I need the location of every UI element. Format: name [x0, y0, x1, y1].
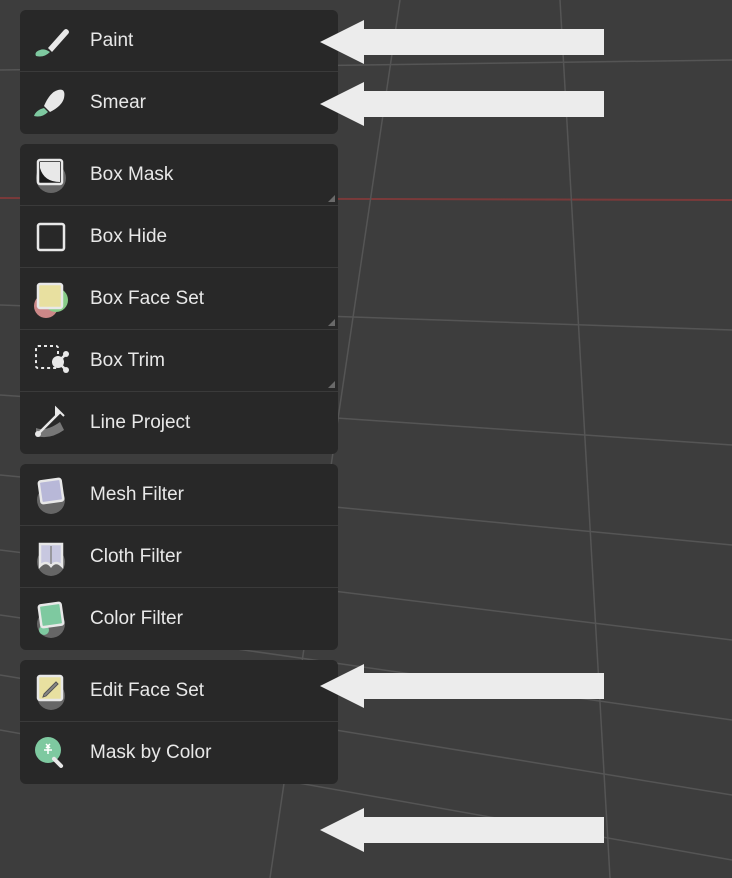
callout-arrow-mask-by-color [320, 808, 604, 852]
tool-label: Edit Face Set [90, 680, 204, 702]
tool-label: Color Filter [90, 608, 183, 630]
tool-mask-by-color[interactable]: Mask by Color [20, 722, 338, 784]
tool-line-project[interactable]: Line Project [20, 392, 338, 454]
tool-box-hide[interactable]: Box Hide [20, 206, 338, 268]
tool-label: Box Hide [90, 226, 167, 248]
tool-smear[interactable]: Smear [20, 72, 338, 134]
mask-by-color-icon [30, 732, 72, 774]
box-mask-icon [30, 154, 72, 196]
tool-box-face-set[interactable]: Box Face Set [20, 268, 338, 330]
box-face-set-icon [30, 278, 72, 320]
tool-panel: Paint Smear Box Mask [20, 10, 338, 794]
edit-face-set-icon [30, 670, 72, 712]
paint-icon [30, 20, 72, 62]
tool-label: Mask by Color [90, 742, 211, 764]
smear-icon [30, 82, 72, 124]
tool-label: Mesh Filter [90, 484, 184, 506]
tool-box-mask[interactable]: Box Mask [20, 144, 338, 206]
cloth-filter-icon [30, 536, 72, 578]
tool-paint[interactable]: Paint [20, 10, 338, 72]
tool-group-edit: Edit Face Set Mask by Color [20, 660, 338, 784]
tool-label: Line Project [90, 412, 190, 434]
expand-indicator [328, 195, 335, 202]
tool-label: Smear [90, 92, 146, 114]
tool-edit-face-set[interactable]: Edit Face Set [20, 660, 338, 722]
callout-arrow-smear [320, 82, 604, 126]
tool-box-trim[interactable]: Box Trim [20, 330, 338, 392]
expand-indicator [328, 381, 335, 388]
tool-label: Box Mask [90, 164, 173, 186]
line-project-icon [30, 402, 72, 444]
callout-arrow-paint [320, 20, 604, 64]
box-trim-icon [30, 340, 72, 382]
tool-group-box: Box Mask Box Hide Box Face Set [20, 144, 338, 454]
tool-cloth-filter[interactable]: Cloth Filter [20, 526, 338, 588]
callout-arrow-color-filter [320, 664, 604, 708]
color-filter-icon [30, 598, 72, 640]
tool-label: Box Face Set [90, 288, 204, 310]
expand-indicator [328, 319, 335, 326]
tool-color-filter[interactable]: Color Filter [20, 588, 338, 650]
tool-label: Cloth Filter [90, 546, 182, 568]
tool-label: Box Trim [90, 350, 165, 372]
tool-group-filter: Mesh Filter Cloth Filter Color Filter [20, 464, 338, 650]
tool-label: Paint [90, 30, 133, 52]
tool-group-paint: Paint Smear [20, 10, 338, 134]
box-hide-icon [30, 216, 72, 258]
mesh-filter-icon [30, 474, 72, 516]
tool-mesh-filter[interactable]: Mesh Filter [20, 464, 338, 526]
